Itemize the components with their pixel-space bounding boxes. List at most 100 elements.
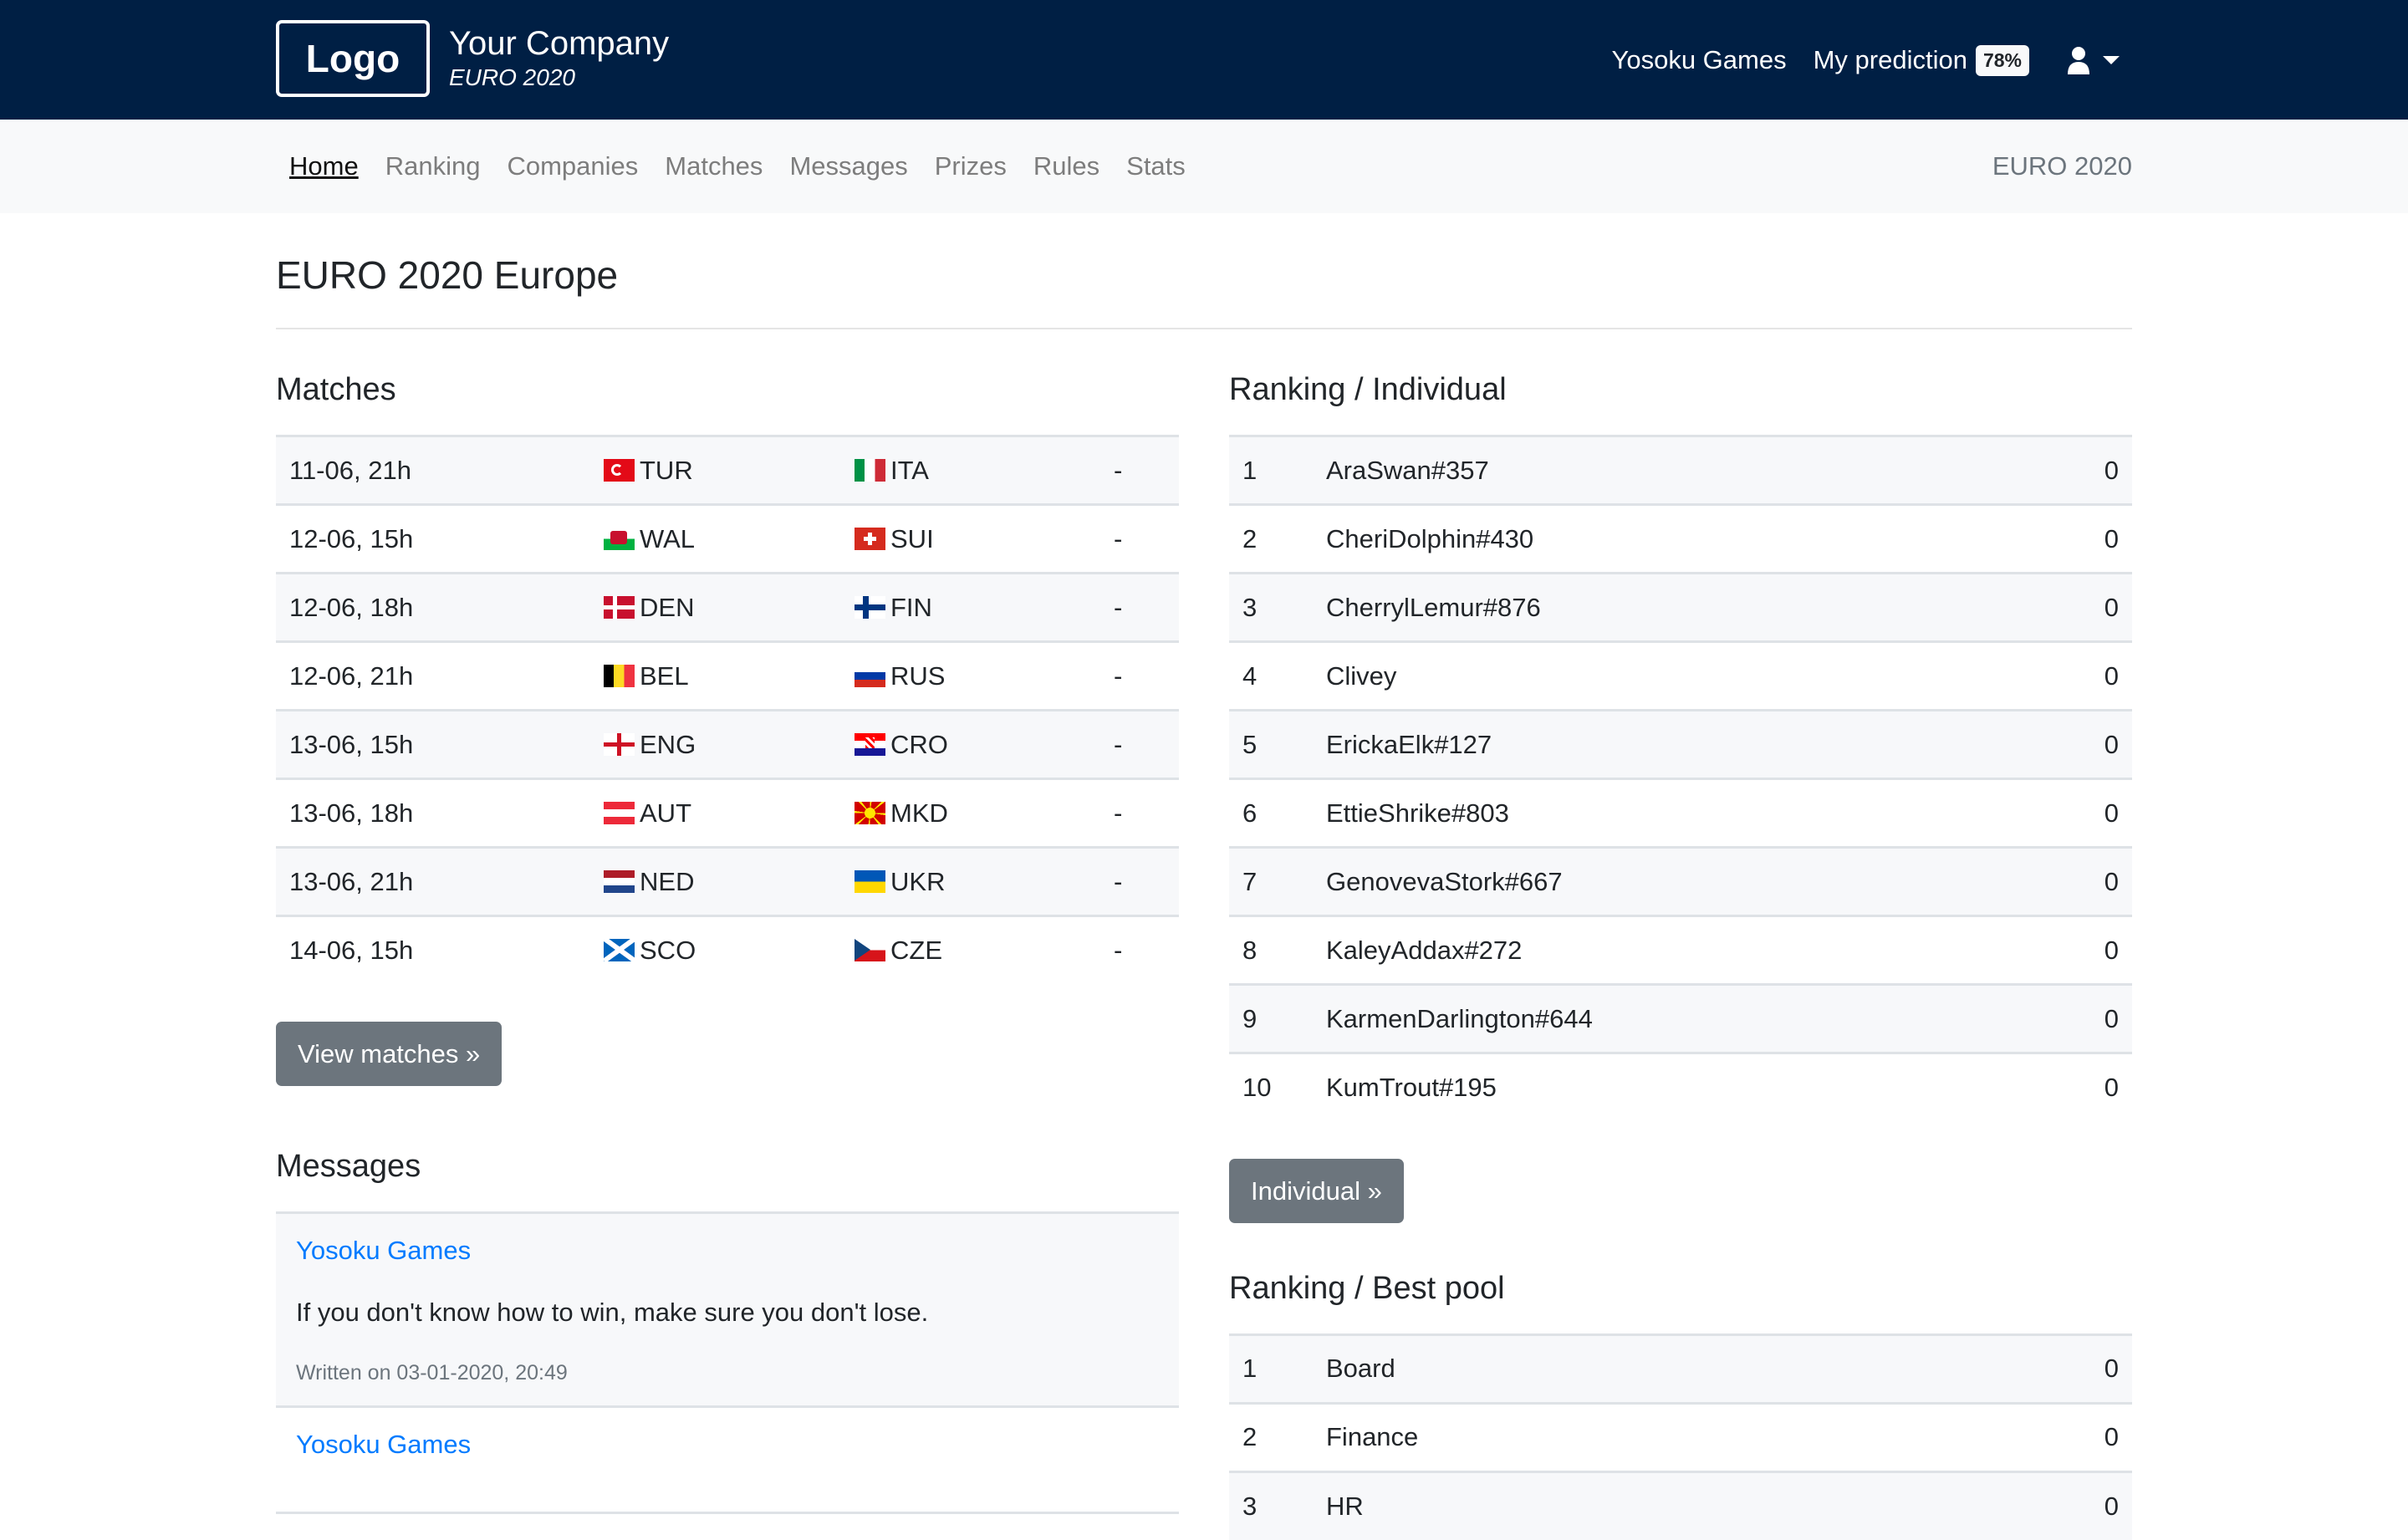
match-score: -: [1100, 505, 1179, 574]
header-actions: Yosoku Games My prediction 78%: [1612, 37, 2120, 84]
top-header: Logo Your Company EURO 2020 Yosoku Games…: [0, 0, 2408, 120]
rank-position: 3: [1229, 1471, 1313, 1540]
away-team: CZE: [841, 916, 1100, 985]
flag-ukr-icon: [855, 870, 885, 893]
match-row[interactable]: 12-06, 21hBELRUS-: [276, 642, 1179, 711]
logo[interactable]: Logo: [276, 20, 430, 97]
rank-score: 0: [2031, 505, 2132, 574]
rank-position: 3: [1229, 574, 1313, 642]
away-team: FIN: [841, 574, 1100, 642]
messages-list: Yosoku GamesIf you don't know how to win…: [276, 1211, 1179, 1514]
subnav-item-prizes[interactable]: Prizes: [921, 151, 1020, 181]
match-score: -: [1100, 779, 1179, 848]
ranking-row[interactable]: 2Finance0: [1229, 1403, 2132, 1471]
subnav-item-companies[interactable]: Companies: [493, 151, 651, 181]
ranking-row[interactable]: 1AraSwan#3570: [1229, 436, 2132, 505]
ranking-pool-heading: Ranking / Best pool: [1229, 1267, 2132, 1333]
rank-score: 0: [1921, 1334, 2132, 1403]
yosoku-games-link[interactable]: Yosoku Games: [1612, 45, 1787, 75]
message-author-link[interactable]: Yosoku Games: [296, 1236, 1159, 1266]
subnav-item-messages[interactable]: Messages: [776, 151, 921, 181]
user-menu-toggle[interactable]: [2066, 46, 2120, 74]
ranking-individual-heading: Ranking / Individual: [1229, 368, 2132, 435]
ranking-row[interactable]: 4Clivey0: [1229, 642, 2132, 711]
rank-name: CherrylLemur#876: [1313, 574, 2031, 642]
match-date: 14-06, 15h: [276, 916, 590, 985]
rank-score: 0: [2031, 1053, 2132, 1122]
individual-ranking-button[interactable]: Individual »: [1229, 1159, 1404, 1223]
chevron-down-icon: [2103, 56, 2120, 64]
match-score: -: [1100, 574, 1179, 642]
message-author-link[interactable]: Yosoku Games: [296, 1430, 1159, 1460]
rank-position: 1: [1229, 436, 1313, 505]
ranking-row[interactable]: 8KaleyAddax#2720: [1229, 916, 2132, 985]
ranking-row[interactable]: 9KarmenDarlington#6440: [1229, 985, 2132, 1053]
match-score: -: [1100, 642, 1179, 711]
flag-sui-icon: [855, 528, 885, 550]
match-row[interactable]: 13-06, 15hENGCRO-: [276, 711, 1179, 779]
away-team: CRO: [841, 711, 1100, 779]
rank-score: 0: [2031, 436, 2132, 505]
ranking-row[interactable]: 1Board0: [1229, 1334, 2132, 1403]
match-row[interactable]: 11-06, 21h TUR ITA -: [276, 436, 1179, 505]
subnav-item-rules[interactable]: Rules: [1020, 151, 1113, 181]
match-date: 13-06, 21h: [276, 848, 590, 916]
ranking-row[interactable]: 5ErickaElk#1270: [1229, 711, 2132, 779]
match-date: 12-06, 18h: [276, 574, 590, 642]
away-team: UKR: [841, 848, 1100, 916]
home-team: WAL: [590, 505, 841, 574]
ranking-row[interactable]: 10KumTrout#1950: [1229, 1053, 2132, 1122]
match-row[interactable]: 14-06, 15hSCOCZE-: [276, 916, 1179, 985]
match-row[interactable]: 13-06, 18hAUTMKD-: [276, 779, 1179, 848]
home-team-code: ENG: [640, 730, 696, 759]
match-date: 11-06, 21h: [276, 436, 590, 505]
ranking-row[interactable]: 3HR0: [1229, 1471, 2132, 1540]
subnav-item-stats[interactable]: Stats: [1113, 151, 1199, 181]
home-team: DEN: [590, 574, 841, 642]
rank-name: Clivey: [1313, 642, 2031, 711]
title-divider: [276, 328, 2132, 329]
rank-position: 4: [1229, 642, 1313, 711]
match-row[interactable]: 13-06, 21h NED UKR -: [276, 848, 1179, 916]
rank-score: 0: [1921, 1471, 2132, 1540]
flag-wal-icon: [604, 528, 635, 550]
flag-mkd-icon: [855, 802, 885, 824]
rank-position: 8: [1229, 916, 1313, 985]
ranking-row[interactable]: 2CheriDolphin#4300: [1229, 505, 2132, 574]
subnav-item-ranking[interactable]: Ranking: [372, 151, 494, 181]
company-name: Your Company: [449, 23, 669, 64]
rank-score: 0: [2031, 916, 2132, 985]
home-team-code: BEL: [640, 661, 689, 691]
subnav-item-matches[interactable]: Matches: [651, 151, 776, 181]
away-team-code: ITA: [890, 456, 929, 485]
ranking-row[interactable]: 3CherrylLemur#8760: [1229, 574, 2132, 642]
home-team-code: SCO: [640, 936, 696, 965]
home-team-code: TUR: [640, 456, 693, 485]
rank-name: KaleyAddax#272: [1313, 916, 2031, 985]
match-score: -: [1100, 436, 1179, 505]
away-team-code: MKD: [890, 798, 948, 828]
home-team: NED: [590, 848, 841, 916]
home-team-code: AUT: [640, 798, 691, 828]
match-row[interactable]: 12-06, 18h DEN FIN-: [276, 574, 1179, 642]
rank-name: Finance: [1313, 1403, 1921, 1471]
home-team-code: NED: [640, 867, 694, 896]
rank-score: 0: [2031, 985, 2132, 1053]
view-matches-button[interactable]: View matches »: [276, 1022, 502, 1086]
subnav-tournament-label: EURO 2020: [1992, 120, 2132, 213]
away-team: SUI: [841, 505, 1100, 574]
message-item: Yosoku Games: [276, 1408, 1179, 1514]
rank-name: ErickaElk#127: [1313, 711, 2031, 779]
subnav-item-home[interactable]: Home: [276, 151, 372, 181]
match-score: -: [1100, 848, 1179, 916]
away-team-code: SUI: [890, 524, 934, 553]
away-team-code: UKR: [890, 867, 945, 896]
ranking-row[interactable]: 6EttieShrike#8030: [1229, 779, 2132, 848]
home-team-code: DEN: [640, 593, 694, 622]
rank-position: 2: [1229, 1403, 1313, 1471]
rank-name: KarmenDarlington#644: [1313, 985, 2031, 1053]
ranking-row[interactable]: 7GenovevaStork#6670: [1229, 848, 2132, 916]
away-team-code: CRO: [890, 730, 948, 759]
my-prediction-link[interactable]: My prediction: [1814, 45, 1967, 75]
match-row[interactable]: 12-06, 15hWALSUI-: [276, 505, 1179, 574]
